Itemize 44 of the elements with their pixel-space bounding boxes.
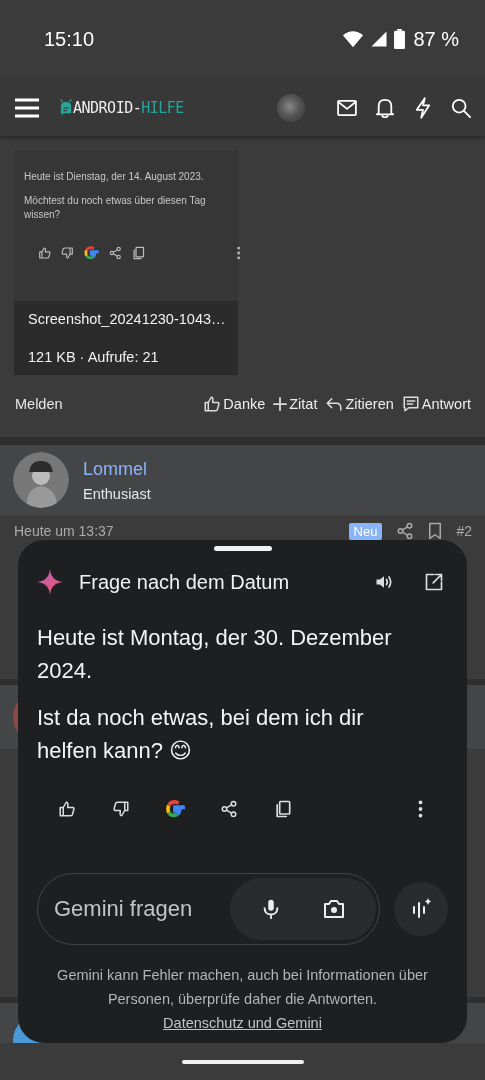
privacy-link[interactable]: Datenschutz und Gemini bbox=[163, 1015, 322, 1031]
wifi-icon bbox=[342, 28, 365, 50]
drag-handle[interactable] bbox=[213, 546, 272, 551]
home-indicator[interactable] bbox=[181, 1059, 304, 1064]
post-time: Heute um 13:37 bbox=[14, 523, 114, 539]
speech-bubble-icon bbox=[401, 395, 420, 413]
battery-icon bbox=[394, 29, 406, 49]
post-number-link[interactable]: #2 bbox=[456, 523, 472, 539]
thumbnail-text: Möchtest du noch etwas über diesen Tag wissen? bbox=[24, 194, 207, 222]
user-title: Enthusiast bbox=[83, 485, 151, 502]
attachment-meta: 121 KB · Aufrufe: 21 bbox=[28, 349, 160, 365]
quote-action[interactable]: Zitieren bbox=[325, 395, 394, 413]
camera-icon[interactable] bbox=[322, 897, 346, 921]
status-time: 15:10 bbox=[44, 27, 95, 51]
sheet-title: Frage nach dem Datum bbox=[79, 570, 290, 594]
battery-percent: 87 % bbox=[413, 27, 459, 51]
report-link[interactable]: Melden bbox=[15, 396, 63, 412]
attachment-filename: Screenshot_20241230-1043… bbox=[28, 311, 224, 327]
google-icon bbox=[83, 244, 100, 262]
reply-arrow-icon bbox=[325, 395, 344, 413]
like-action[interactable]: Danke bbox=[203, 395, 266, 413]
disclaimer-text: Gemini kann Fehler machen, auch bei Informationen über Personen, überprüfe daher die Antworten. bbox=[56, 966, 429, 1009]
username-link[interactable]: Lommel bbox=[83, 458, 151, 480]
user-avatar[interactable] bbox=[13, 452, 69, 508]
signal-icon bbox=[370, 30, 389, 48]
lightning-icon[interactable] bbox=[413, 97, 433, 119]
reply-action[interactable]: Antwort bbox=[401, 395, 471, 413]
plus-icon bbox=[273, 397, 288, 411]
prompt-field[interactable]: Gemini fragen bbox=[37, 873, 380, 945]
bell-icon[interactable] bbox=[375, 98, 395, 118]
sparkle-icon bbox=[37, 569, 63, 595]
thumbs-up-icon bbox=[203, 395, 222, 413]
search-icon[interactable] bbox=[451, 98, 471, 118]
menu-icon[interactable] bbox=[14, 97, 40, 119]
bookmark-icon[interactable] bbox=[428, 522, 443, 540]
more-icon bbox=[236, 246, 241, 260]
new-badge: Neu bbox=[348, 522, 383, 540]
mail-icon[interactable] bbox=[337, 100, 357, 116]
thumbnail-text: Heute ist Dienstag, der 14. August 2023. bbox=[24, 170, 205, 184]
response-text: Heute ist Montag, der 30. Dezember 2024. bbox=[37, 625, 392, 683]
site-logo[interactable]: ANDROID-HILFE bbox=[60, 99, 184, 117]
response-text: Ist da noch etwas, bei dem ich dir helfen kann? 😊 bbox=[37, 705, 364, 763]
add-action[interactable]: Zitat bbox=[273, 395, 318, 413]
attachment-card[interactable]: Heute ist Dienstag, der 14. August 2023. Möchtest du noch etwas über diesen Tag wissen? Screenshot_20241230-1043… 121 KB · Aufrufe: 21 bbox=[14, 150, 238, 375]
